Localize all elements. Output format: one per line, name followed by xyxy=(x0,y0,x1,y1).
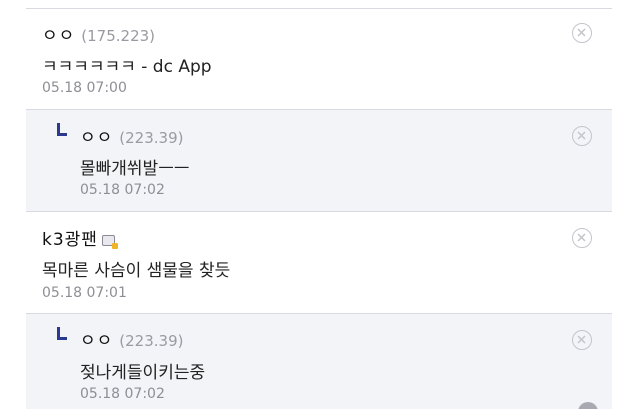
comment-ip: (175.223) xyxy=(81,27,156,45)
comment-header: k3광팬 xyxy=(42,225,118,250)
comment-header: ㅇㅇ (223.39) xyxy=(80,123,183,148)
comment-nickname[interactable]: ㅇㅇ xyxy=(42,26,75,46)
comment-time: 05.18 07:02 xyxy=(80,182,165,198)
comment-text: 목마른 사슴이 샘물을 찾듯 xyxy=(42,261,231,281)
comment-list: ㅇㅇ (175.223) ㅋㅋㅋㅋㅋㅋ - dc App 05.18 07:00 … xyxy=(0,0,641,409)
reply-arrow-icon xyxy=(57,123,67,136)
comment-time: 05.18 07:02 xyxy=(80,386,165,402)
close-circle-icon[interactable] xyxy=(572,126,592,146)
close-circle-icon[interactable] xyxy=(572,330,592,350)
reply-item: ㅇㅇ (223.39) 젖나게들이키는중 05.18 07:02 xyxy=(26,314,612,409)
comment-header: ㅇㅇ (175.223) xyxy=(42,21,155,46)
comment-item: k3광팬 목마른 사슴이 샘물을 찾듯 05.18 07:01 xyxy=(26,212,612,313)
close-circle-icon[interactable] xyxy=(572,23,592,43)
comment-nickname[interactable]: ㅇㅇ xyxy=(80,331,113,351)
comment-nickname[interactable]: ㅇㅇ xyxy=(80,128,113,148)
comment-time: 05.18 07:00 xyxy=(42,80,127,96)
comment-text: ㅋㅋㅋㅋㅋㅋ - dc App xyxy=(42,57,212,77)
comment-nickname[interactable]: k3광팬 xyxy=(42,230,98,250)
comment-time: 05.18 07:01 xyxy=(42,285,127,301)
close-circle-icon[interactable] xyxy=(572,228,592,248)
comment-header: ㅇㅇ (223.39) xyxy=(80,326,183,351)
comment-item: ㅇㅇ (175.223) ㅋㅋㅋㅋㅋㅋ - dc App 05.18 07:00 xyxy=(26,9,612,109)
fixed-nick-icon xyxy=(101,235,118,249)
comment-text: 젖나게들이키는중 xyxy=(80,363,206,383)
comment-ip: (223.39) xyxy=(119,129,184,147)
comment-ip: (223.39) xyxy=(119,332,184,350)
comment-text: 몰빠개쒸발ㅡㅡ xyxy=(80,159,190,179)
reply-item: ㅇㅇ (223.39) 몰빠개쒸발ㅡㅡ 05.18 07:02 xyxy=(26,110,612,211)
reply-arrow-icon xyxy=(57,327,67,340)
